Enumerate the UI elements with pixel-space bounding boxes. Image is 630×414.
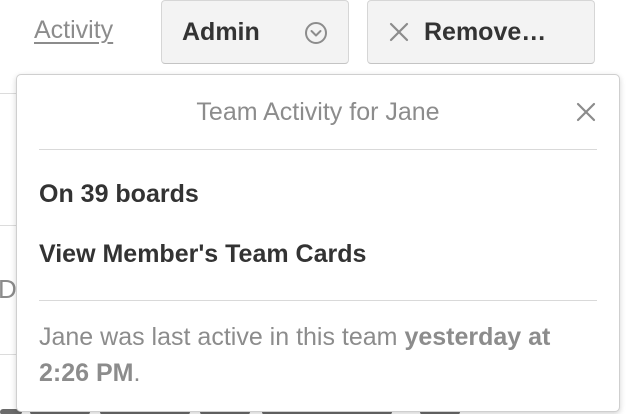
last-active-suffix: . [133, 359, 141, 387]
chevron-down-circle-icon [304, 21, 328, 45]
popover-divider [39, 300, 597, 301]
last-active-text: Jane was last active in this team yester… [39, 319, 589, 391]
view-team-cards-item[interactable]: View Member's Team Cards [39, 240, 366, 269]
last-active-prefix: Jane was last active in this team [39, 323, 405, 351]
admin-role-button[interactable]: Admin [161, 0, 349, 64]
team-activity-popover: Team Activity for Jane On 39 boards View… [16, 74, 620, 412]
close-icon [388, 21, 410, 43]
remove-button-label: Remove… [424, 17, 547, 46]
boards-count-item[interactable]: On 39 boards [39, 180, 199, 209]
background-text-fragment: D [0, 274, 17, 304]
activity-link[interactable]: Activity [34, 16, 113, 45]
popover-title: Team Activity for Jane [196, 97, 440, 126]
member-panel: D Activity Admin Remove… Team Activity f… [0, 0, 630, 414]
remove-member-button[interactable]: Remove… [367, 0, 595, 64]
popover-header: Team Activity for Jane [39, 75, 597, 150]
admin-button-label: Admin [182, 17, 260, 46]
close-icon[interactable] [575, 101, 597, 123]
